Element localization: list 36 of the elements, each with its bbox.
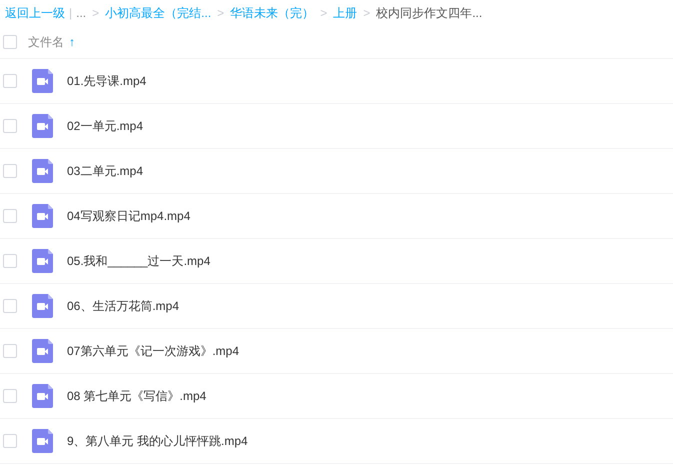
video-file-icon (32, 159, 53, 183)
file-name[interactable]: 08 第七单元《写信》.mp4 (67, 387, 206, 405)
column-header[interactable]: 文件名 (28, 33, 64, 51)
checkbox[interactable] (3, 209, 17, 223)
breadcrumb-separator: > (320, 5, 328, 22)
file-name[interactable]: 02一单元.mp4 (67, 117, 144, 135)
checkbox[interactable] (3, 119, 17, 133)
breadcrumb-separator: > (217, 5, 224, 22)
checkbox[interactable] (3, 434, 17, 448)
file-name[interactable]: 01.先导课.mp4 (67, 72, 146, 90)
breadcrumb-separator: > (92, 5, 100, 22)
file-name[interactable]: 9、第八单元 我的心儿怦怦跳.mp4 (67, 432, 248, 450)
file-name[interactable]: 04写观察日记mp4.mp4 (67, 207, 190, 225)
video-file-icon (32, 384, 53, 408)
video-file-icon (32, 204, 53, 228)
checkbox[interactable] (3, 299, 17, 313)
file-name[interactable]: 06、生活万花筒.mp4 (67, 297, 180, 315)
checkbox[interactable] (3, 389, 17, 403)
breadcrumb-divider: | (69, 5, 72, 22)
video-file-icon (32, 339, 53, 363)
video-file-icon (32, 249, 53, 273)
checkbox[interactable] (3, 344, 17, 358)
current-folder: 校内同步作文四年... (376, 5, 482, 22)
video-file-icon (32, 294, 53, 318)
checkbox[interactable] (3, 254, 17, 268)
video-file-icon (32, 114, 53, 138)
video-file-icon (32, 69, 53, 93)
checkbox[interactable] (3, 164, 17, 178)
file-name[interactable]: 03二单元.mp4 (67, 162, 144, 180)
file-name[interactable]: 07第六单元《记一次游戏》.mp4 (67, 342, 240, 360)
video-file-icon (32, 429, 53, 453)
checkbox[interactable] (3, 74, 17, 88)
breadcrumb-separator: > (363, 5, 370, 22)
file-name[interactable]: 05.我和______过一天.mp4 (67, 252, 210, 270)
checkbox[interactable] (3, 35, 17, 49)
ellipsis-text: ... (76, 5, 86, 22)
